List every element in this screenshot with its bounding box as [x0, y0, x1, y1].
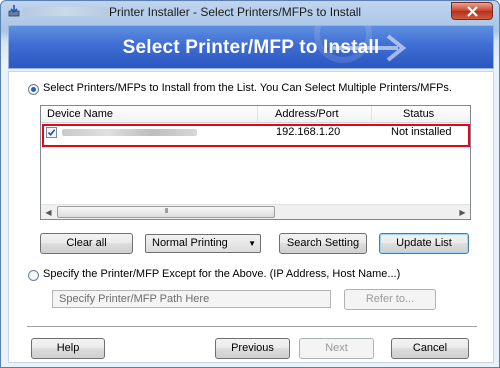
printing-mode-select[interactable]: Normal Printing ▼ [145, 234, 261, 253]
banner-title: Select Printer/MFP to Install [122, 37, 380, 58]
title-bar: Printer Installer - Select Printers/MFPs… [1, 1, 499, 23]
refer-to-button[interactable]: Refer to... [344, 289, 436, 310]
list-header: Device Name Address/Port Status [41, 106, 470, 123]
specify-printer-label: Specify the Printer/MFP Except for the A… [43, 268, 401, 280]
column-device-name[interactable]: Device Name [47, 108, 113, 120]
footer-divider [27, 326, 477, 328]
clear-all-label: Clear all [66, 237, 107, 249]
next-label: Next [325, 342, 348, 354]
select-from-list-label: Select Printers/MFPs to Install from the… [43, 82, 452, 94]
installer-app-icon [7, 4, 21, 18]
horizontal-scrollbar[interactable]: ◀ III ▶ [41, 204, 470, 219]
installer-window: Printer Installer - Select Printers/MFPs… [0, 0, 500, 368]
scroll-left-icon[interactable]: ◀ [41, 205, 56, 219]
scroll-right-icon[interactable]: ▶ [455, 205, 470, 219]
content-panel: Select Printers/MFPs to Install from the… [8, 71, 494, 363]
window-title: Printer Installer - Select Printers/MFPs… [109, 5, 362, 19]
previous-button[interactable]: Previous [215, 338, 290, 359]
specify-printer-radio[interactable] [28, 270, 39, 281]
chevron-down-icon: ▼ [248, 239, 256, 248]
column-separator [257, 106, 258, 123]
update-list-button[interactable]: Update List [379, 233, 469, 254]
device-list[interactable]: Device Name Address/Port Status 192.168.… [40, 105, 471, 220]
cancel-button[interactable]: Cancel [391, 338, 469, 359]
next-button[interactable]: Next [299, 338, 374, 359]
help-label: Help [56, 342, 80, 354]
clear-all-button[interactable]: Clear all [40, 233, 133, 254]
selected-device-highlight [42, 124, 470, 147]
printer-path-placeholder: Specify Printer/MFP Path Here [59, 293, 210, 305]
printing-mode-value: Normal Printing [152, 237, 228, 249]
window-close-button[interactable] [451, 2, 493, 20]
cancel-label: Cancel [412, 342, 448, 354]
close-icon [467, 6, 478, 17]
update-list-label: Update List [396, 237, 452, 249]
select-from-list-radio[interactable] [28, 84, 39, 95]
search-setting-button[interactable]: Search Setting [279, 233, 367, 254]
title-redacted-text [23, 7, 109, 16]
printer-path-input[interactable]: Specify Printer/MFP Path Here [52, 290, 331, 308]
scrollbar-thumb[interactable]: III [57, 206, 275, 218]
previous-label: Previous [231, 342, 274, 354]
column-status[interactable]: Status [403, 108, 434, 120]
header-banner: Select Printer/MFP to Install [8, 25, 494, 69]
help-button[interactable]: Help [31, 338, 105, 359]
search-setting-label: Search Setting [286, 237, 360, 249]
column-separator [371, 106, 372, 123]
refer-to-label: Refer to... [365, 293, 415, 305]
column-address-port[interactable]: Address/Port [275, 108, 339, 120]
